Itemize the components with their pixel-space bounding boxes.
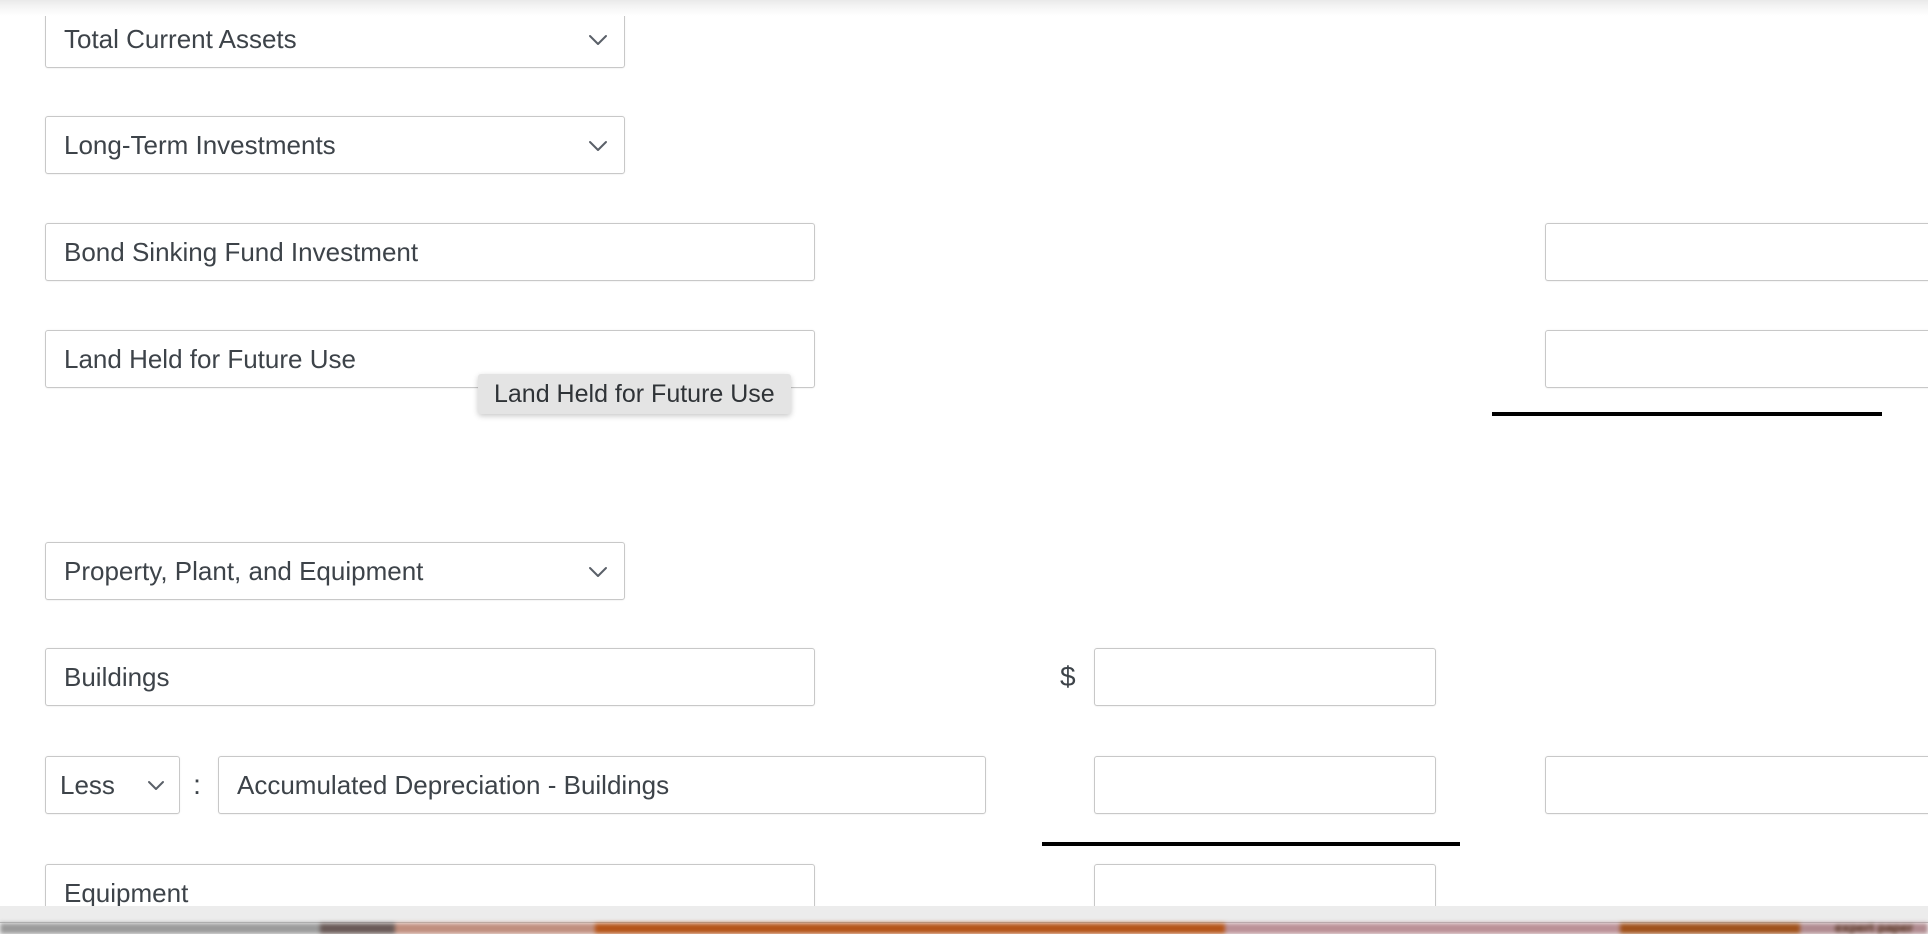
- chevron-down-icon: [147, 757, 167, 813]
- row-long-term-investments: Long-Term Investments: [0, 116, 1928, 176]
- chevron-down-icon: [588, 117, 608, 173]
- operator-separator-colon: :: [193, 769, 201, 800]
- bottom-banner: expert paper: [0, 920, 1928, 934]
- row-accumulated-depreciation-buildings: Less : Accumulated Depreciation - Buildi…: [0, 756, 1928, 816]
- section-select-property-plant-and-equipment-label: Property, Plant, and Equipment: [64, 556, 424, 586]
- banner-segment: [1620, 923, 1800, 934]
- line-item-label-land-held-for-future-use: Land Held for Future Use: [64, 344, 356, 374]
- banner-segment: [0, 923, 320, 934]
- line-item-label-buildings: Buildings: [64, 662, 170, 692]
- tooltip-text: Land Held for Future Use: [494, 380, 775, 408]
- line-item-input-accumulated-depreciation-buildings[interactable]: Accumulated Depreciation - Buildings: [218, 756, 986, 814]
- tooltip-land-held-for-future-use: Land Held for Future Use: [478, 374, 791, 414]
- row-total-current-assets: Total Current Assets: [0, 10, 1928, 70]
- line-item-label-bond-sinking-fund-investment: Bond Sinking Fund Investment: [64, 237, 419, 267]
- chevron-down-icon: [588, 11, 608, 67]
- section-select-total-current-assets[interactable]: Total Current Assets: [45, 10, 625, 68]
- operator-select-less-label: Less: [60, 770, 115, 800]
- amount-input-right-accumulated-depreciation-buildings[interactable]: [1545, 756, 1928, 814]
- line-item-input-buildings[interactable]: Buildings: [45, 648, 815, 706]
- banner-segment: [1225, 923, 1620, 934]
- row-property-plant-and-equipment: Property, Plant, and Equipment: [0, 542, 1928, 602]
- banner-segment: [595, 923, 1225, 934]
- line-item-input-bond-sinking-fund-investment[interactable]: Bond Sinking Fund Investment: [45, 223, 815, 281]
- bottom-banner-text: expert paper: [1835, 920, 1914, 934]
- line-item-label-accumulated-depreciation-buildings: Accumulated Depreciation - Buildings: [237, 770, 670, 800]
- row-buildings: Buildings $: [0, 648, 1928, 708]
- operator-select-less[interactable]: Less: [45, 756, 180, 814]
- chevron-down-icon: [588, 543, 608, 599]
- currency-symbol: $: [1060, 661, 1076, 692]
- line-item-label-equipment: Equipment: [64, 878, 189, 908]
- section-select-total-current-assets-label: Total Current Assets: [64, 24, 297, 54]
- bottom-sheet-edge: [0, 906, 1928, 923]
- banner-segment: [320, 923, 395, 934]
- amount-input-middle-buildings[interactable]: [1094, 648, 1436, 706]
- subtotal-rule-long-term-investments: [1492, 412, 1882, 416]
- amount-input-middle-accumulated-depreciation-buildings[interactable]: [1094, 756, 1436, 814]
- banner-segment: [395, 923, 595, 934]
- subtotal-rule-buildings-net: [1042, 842, 1460, 846]
- section-select-long-term-investments-label: Long-Term Investments: [64, 130, 336, 160]
- row-land-held-for-future-use: Land Held for Future Use: [0, 330, 1928, 390]
- bottom-overlay-strip: expert paper: [0, 906, 1928, 934]
- amount-input-right-land-held-for-future-use[interactable]: [1545, 330, 1928, 388]
- amount-input-right-bond-sinking-fund-investment[interactable]: [1545, 223, 1928, 281]
- row-bond-sinking-fund-investment: Bond Sinking Fund Investment: [0, 223, 1928, 283]
- balance-sheet-worksheet: Total Current Assets Long-Term Investmen…: [0, 0, 1928, 934]
- section-select-property-plant-and-equipment[interactable]: Property, Plant, and Equipment: [45, 542, 625, 600]
- section-select-long-term-investments[interactable]: Long-Term Investments: [45, 116, 625, 174]
